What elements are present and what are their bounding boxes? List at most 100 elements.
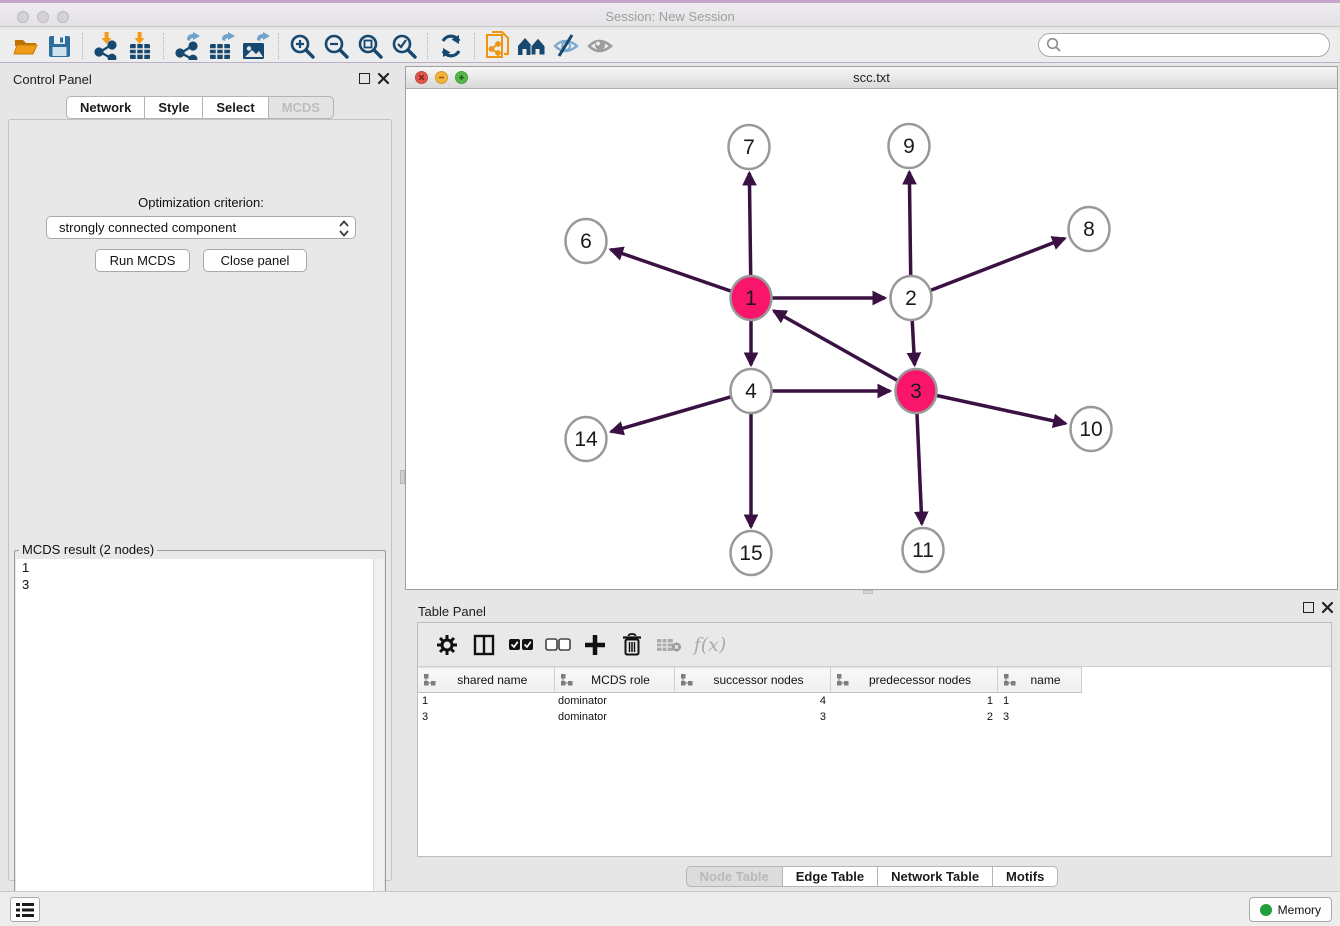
splitter-grip[interactable] — [863, 590, 873, 594]
tab-node-table[interactable]: Node Table — [686, 866, 783, 887]
eye-slash-icon — [551, 33, 581, 59]
network-window-title: scc.txt — [406, 70, 1337, 85]
tab-select[interactable]: Select — [202, 96, 268, 119]
select-all-button[interactable] — [502, 626, 539, 664]
graph-node-label: 6 — [580, 230, 592, 253]
gear-icon — [436, 634, 458, 656]
zoom-selected-button[interactable] — [387, 31, 421, 61]
column-header-name[interactable]: name — [997, 668, 1081, 693]
table-header-row: shared name MCDS role successor nodes pr… — [418, 668, 1331, 693]
task-history-button[interactable] — [10, 897, 40, 922]
edge-3-10[interactable] — [936, 395, 1066, 423]
clone-network-icon — [485, 31, 511, 61]
cell-shared-name[interactable]: 1 — [418, 693, 554, 709]
control-panel-tabs: Network Style Select MCDS — [0, 96, 400, 119]
edge-1-6[interactable] — [611, 249, 733, 291]
function-builder-button[interactable]: f(x) — [687, 626, 733, 664]
graph-node-label: 7 — [743, 136, 755, 159]
zoom-selected-icon — [391, 33, 418, 60]
graph-node-label: 2 — [905, 287, 917, 310]
close-panel-icon[interactable] — [377, 72, 390, 85]
table-row[interactable]: 1 dominator 4 1 1 — [418, 693, 1331, 709]
cell-mcds-role[interactable]: dominator — [554, 693, 674, 709]
tab-edge-table[interactable]: Edge Table — [782, 866, 878, 887]
column-header-predecessor-nodes[interactable]: predecessor nodes — [830, 668, 997, 693]
cell-predecessor-nodes[interactable]: 1 — [830, 693, 997, 709]
close-panel-icon[interactable] — [1321, 601, 1334, 614]
search-input[interactable] — [1038, 33, 1330, 57]
delete-table-icon — [656, 636, 682, 654]
column-header-mcds-role[interactable]: MCDS role — [554, 668, 674, 693]
save-session-button[interactable] — [42, 31, 76, 61]
tab-network-table[interactable]: Network Table — [877, 866, 993, 887]
export-network-button[interactable] — [170, 31, 204, 61]
result-item[interactable]: 3 — [16, 576, 384, 593]
import-table-button[interactable] — [123, 31, 157, 61]
column-header-successor-nodes[interactable]: successor nodes — [674, 668, 830, 693]
edge-2-9[interactable] — [909, 172, 910, 278]
memory-button[interactable]: Memory — [1249, 897, 1332, 922]
network-window-titlebar[interactable]: scc.txt — [406, 67, 1337, 89]
edge-3-1[interactable] — [774, 311, 899, 381]
export-image-button[interactable] — [238, 31, 272, 61]
edge-3-11[interactable] — [917, 411, 922, 524]
node-table-container: f(x) shared name MCDS role successor nod… — [417, 622, 1332, 857]
toolbar-separator — [278, 33, 279, 59]
edge-2-3[interactable] — [912, 318, 915, 365]
mcds-result-list[interactable]: 1 3 — [16, 559, 384, 924]
edge-1-7[interactable] — [749, 173, 750, 278]
zoom-out-button[interactable] — [319, 31, 353, 61]
cell-name[interactable]: 1 — [997, 693, 1081, 709]
zoom-fit-button[interactable] — [353, 31, 387, 61]
import-network-button[interactable] — [89, 31, 123, 61]
network-graph: 7968124314101511 — [406, 89, 1337, 589]
add-button[interactable] — [576, 626, 613, 664]
cell-successor-nodes[interactable]: 4 — [674, 693, 830, 709]
graph-node-label: 8 — [1083, 218, 1095, 241]
graph-node-label: 3 — [910, 380, 922, 403]
list-icon — [16, 902, 34, 918]
open-file-button[interactable] — [8, 31, 42, 61]
edge-4-14[interactable] — [611, 397, 732, 432]
first-neighbors-button[interactable] — [515, 31, 549, 61]
tab-network[interactable]: Network — [66, 96, 145, 119]
result-item[interactable]: 1 — [16, 559, 384, 576]
cell-predecessor-nodes[interactable]: 2 — [830, 709, 997, 725]
edge-2-8[interactable] — [930, 238, 1065, 290]
unchecked-boxes-icon — [545, 638, 571, 652]
zoom-in-button[interactable] — [285, 31, 319, 61]
float-panel-icon[interactable] — [359, 73, 370, 84]
mcds-panel: Optimization criterion: strongly connect… — [8, 119, 392, 881]
unselect-all-button[interactable] — [539, 626, 576, 664]
criterion-select[interactable]: strongly connected component — [46, 216, 356, 239]
split-columns-button[interactable] — [465, 626, 502, 664]
table-settings-button[interactable] — [428, 626, 465, 664]
cell-name[interactable]: 3 — [997, 709, 1081, 725]
show-all-button[interactable] — [583, 31, 617, 61]
tab-motifs[interactable]: Motifs — [992, 866, 1058, 887]
tab-style[interactable]: Style — [144, 96, 203, 119]
export-table-button[interactable] — [204, 31, 238, 61]
delete-button[interactable] — [613, 626, 650, 664]
run-mcds-button[interactable]: Run MCDS — [95, 249, 190, 272]
delete-table-button[interactable] — [650, 626, 687, 664]
result-scrollbar[interactable] — [373, 559, 384, 924]
table-row[interactable]: 3 dominator 3 2 3 — [418, 709, 1331, 725]
clone-network-button[interactable] — [481, 31, 515, 61]
float-panel-icon[interactable] — [1303, 602, 1314, 613]
table-panel-title: Table Panel — [418, 604, 486, 619]
hide-selected-button[interactable] — [549, 31, 583, 61]
tab-mcds[interactable]: MCDS — [268, 96, 334, 119]
network-canvas[interactable]: 7968124314101511 — [406, 89, 1337, 589]
optimization-criterion-label: Optimization criterion: — [9, 195, 393, 210]
cell-successor-nodes[interactable]: 3 — [674, 709, 830, 725]
column-header-shared-name[interactable]: shared name — [418, 668, 554, 693]
trash-icon — [622, 633, 642, 656]
graph-node-label: 10 — [1079, 418, 1102, 441]
close-panel-button[interactable]: Close panel — [203, 249, 307, 272]
control-panel-title: Control Panel — [13, 72, 92, 87]
cell-mcds-role[interactable]: dominator — [554, 709, 674, 725]
graph-node-label: 1 — [745, 287, 757, 310]
apply-layout-button[interactable] — [434, 31, 468, 61]
cell-shared-name[interactable]: 3 — [418, 709, 554, 725]
